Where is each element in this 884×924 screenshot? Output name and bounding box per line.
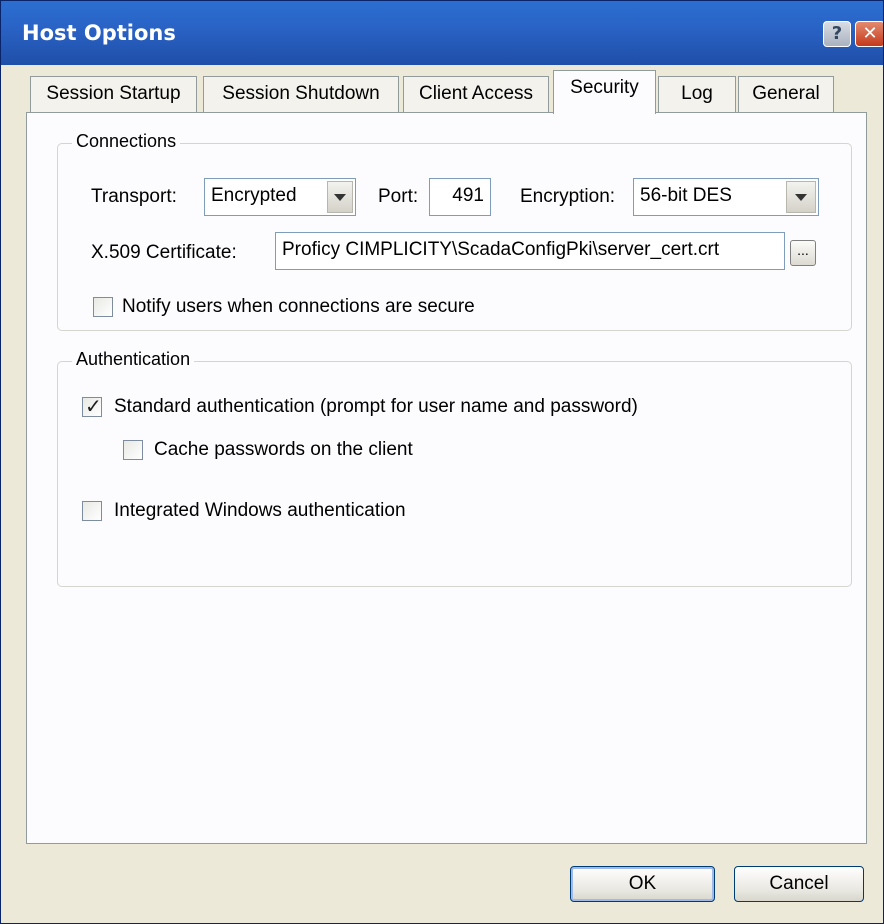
- tab-client-access[interactable]: Client Access: [403, 76, 549, 112]
- tab-label: Session Startup: [46, 83, 181, 104]
- encryption-select[interactable]: 56-bit DES: [633, 178, 819, 216]
- transport-select[interactable]: Encrypted: [204, 178, 356, 216]
- connections-legend: Connections: [72, 131, 181, 152]
- notify-label: Notify users when connections are secure: [122, 296, 475, 317]
- tab-session-startup[interactable]: Session Startup: [30, 76, 197, 112]
- port-label: Port:: [378, 186, 419, 207]
- ok-button[interactable]: OK: [570, 866, 715, 902]
- connections-group: Connections Transport: Encrypted Port: 4…: [57, 131, 852, 331]
- integrated-auth-checkbox[interactable]: [82, 501, 102, 521]
- port-value: 491: [452, 185, 484, 206]
- certificate-value: Proficy CIMPLICITY\ScadaConfigPki\server…: [282, 239, 720, 260]
- host-options-dialog: Host Options ? ✕ Session Startup Session…: [0, 0, 884, 924]
- certificate-label: X.509 Certificate:: [91, 242, 237, 263]
- chevron-down-icon: [795, 193, 807, 201]
- cache-passwords-checkbox[interactable]: [123, 440, 143, 460]
- help-icon: ?: [831, 23, 843, 44]
- transport-dropdown-button[interactable]: [327, 181, 353, 213]
- encryption-dropdown-button[interactable]: [786, 181, 816, 213]
- tab-label: Security: [570, 77, 639, 98]
- browse-button[interactable]: ...: [790, 240, 816, 266]
- authentication-group: Authentication ✓ Standard authentication…: [57, 349, 852, 587]
- title-bar[interactable]: Host Options ? ✕: [1, 1, 883, 65]
- ellipsis-icon: ...: [797, 242, 809, 258]
- chevron-down-icon: [334, 193, 346, 201]
- tab-security[interactable]: Security: [553, 70, 656, 114]
- tab-session-shutdown[interactable]: Session Shutdown: [203, 76, 399, 112]
- close-icon: ✕: [862, 23, 878, 44]
- encryption-label: Encryption:: [520, 186, 616, 207]
- notify-checkbox[interactable]: [93, 297, 113, 317]
- authentication-legend: Authentication: [72, 349, 195, 370]
- standard-auth-checkbox[interactable]: ✓: [82, 394, 102, 418]
- transport-label: Transport:: [91, 186, 177, 207]
- standard-auth-label: Standard authentication (prompt for user…: [114, 396, 638, 417]
- cancel-button[interactable]: Cancel: [734, 866, 864, 902]
- security-tab-panel: Connections Transport: Encrypted Port: 4…: [26, 112, 867, 844]
- close-button[interactable]: ✕: [855, 21, 883, 47]
- certificate-input[interactable]: Proficy CIMPLICITY\ScadaConfigPki\server…: [275, 232, 785, 270]
- tab-label: Session Shutdown: [222, 83, 380, 104]
- tab-label: Log: [681, 83, 713, 104]
- integrated-auth-label: Integrated Windows authentication: [114, 500, 406, 521]
- tab-label: Client Access: [418, 83, 534, 104]
- port-input[interactable]: 491: [429, 178, 491, 216]
- checkmark-icon: ✓: [85, 394, 102, 418]
- help-button[interactable]: ?: [823, 21, 851, 47]
- tab-label: General: [752, 83, 820, 104]
- tab-general[interactable]: General: [738, 76, 834, 112]
- window-title: Host Options: [22, 21, 176, 45]
- tab-log[interactable]: Log: [658, 76, 736, 112]
- cache-passwords-label: Cache passwords on the client: [154, 439, 413, 460]
- encryption-value: 56-bit DES: [640, 185, 732, 206]
- transport-value: Encrypted: [211, 185, 297, 206]
